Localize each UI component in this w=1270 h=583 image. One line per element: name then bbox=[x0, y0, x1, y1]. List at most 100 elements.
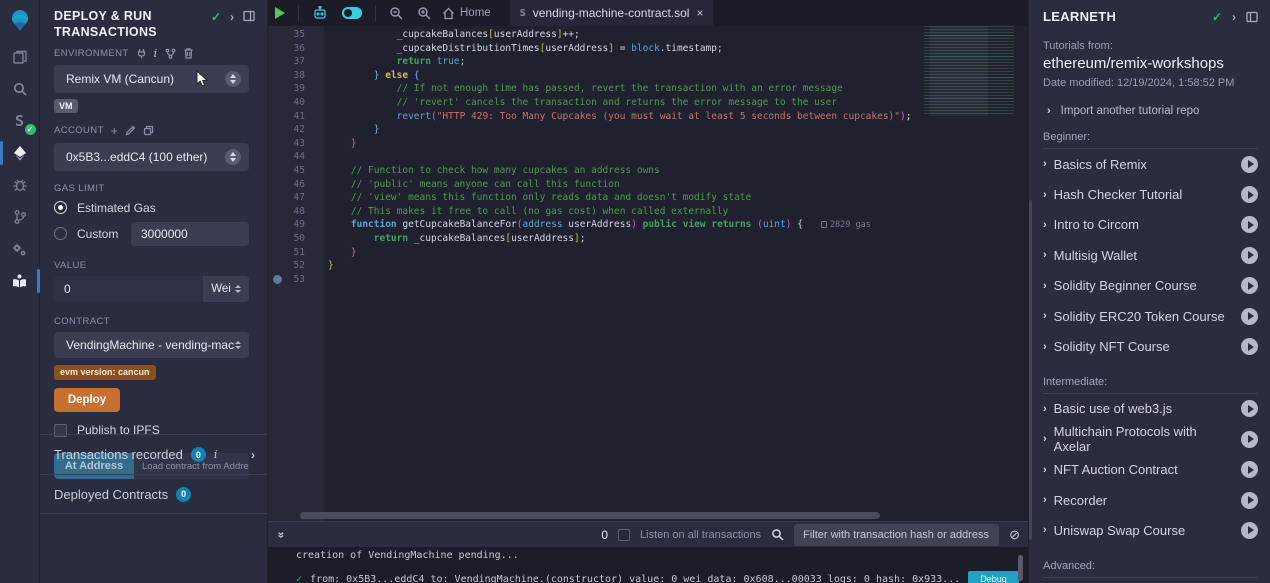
code-line[interactable]: 38 } else { bbox=[268, 69, 1028, 83]
solidity-compiler-icon[interactable]: S ✓ bbox=[0, 106, 40, 136]
tutorial-item[interactable]: ›All about Proxy Contracts bbox=[1043, 578, 1258, 583]
learneth-icon[interactable] bbox=[0, 266, 40, 296]
copy-account-icon[interactable] bbox=[143, 125, 154, 136]
code-line[interactable]: 51 } bbox=[268, 246, 1028, 260]
tutorial-item[interactable]: ›Multisig Wallet bbox=[1043, 240, 1258, 270]
editor-hscrollbar[interactable] bbox=[300, 512, 880, 519]
transactions-recorded-section[interactable]: Transactions recorded 0 i › bbox=[40, 434, 267, 474]
deploy-run-icon[interactable] bbox=[0, 138, 40, 168]
deployed-contracts-section[interactable]: Deployed Contracts 0 bbox=[40, 474, 267, 514]
trash-icon[interactable] bbox=[183, 47, 194, 59]
play-tutorial-icon[interactable] bbox=[1241, 308, 1258, 325]
learneth-expand-icon[interactable]: › bbox=[1232, 10, 1236, 24]
contract-label: CONTRACT bbox=[54, 316, 110, 327]
learneth-pin-icon[interactable] bbox=[1246, 11, 1258, 23]
learneth-scrollbar[interactable] bbox=[1029, 200, 1032, 540]
run-script-icon[interactable] bbox=[268, 0, 292, 26]
listen-all-checkbox[interactable] bbox=[618, 529, 630, 541]
play-tutorial-icon[interactable] bbox=[1241, 431, 1258, 448]
transactions-expand-icon[interactable]: › bbox=[251, 448, 255, 462]
value-unit-select[interactable]: Wei bbox=[203, 276, 249, 302]
code-line[interactable]: 35 _cupcakeBalances[userAddress]++; bbox=[268, 28, 1028, 42]
code-line[interactable]: 53 bbox=[268, 273, 1028, 287]
environment-select[interactable]: Remix VM (Cancun) bbox=[54, 65, 249, 93]
code-line[interactable]: 40 // 'revert' cancels the transaction a… bbox=[268, 96, 1028, 110]
close-tab-icon[interactable]: × bbox=[696, 6, 703, 20]
code-line[interactable]: 42 } bbox=[268, 123, 1028, 137]
minimap[interactable] bbox=[924, 26, 1014, 116]
ai-copilot-icon[interactable] bbox=[305, 0, 335, 26]
expand-terminal-icon[interactable]: » bbox=[274, 531, 288, 538]
tutorial-item[interactable]: ›NFT Auction Contract bbox=[1043, 455, 1258, 485]
add-account-icon[interactable]: + bbox=[111, 124, 118, 138]
code-line[interactable]: 45 // Function to check how many cupcake… bbox=[268, 164, 1028, 178]
remix-logo-icon[interactable] bbox=[0, 0, 40, 40]
code-line[interactable]: 37 return true; bbox=[268, 55, 1028, 69]
git-icon[interactable] bbox=[0, 202, 40, 232]
file-explorer-icon[interactable] bbox=[0, 42, 40, 72]
search-icon[interactable] bbox=[0, 74, 40, 104]
sign-message-icon[interactable] bbox=[125, 125, 136, 136]
clear-console-icon[interactable]: ⊘ bbox=[1009, 527, 1020, 543]
value-input[interactable]: 0 bbox=[54, 276, 203, 302]
account-select[interactable]: 0x5B3...eddC4 (100 ether) bbox=[54, 143, 249, 171]
play-tutorial-icon[interactable] bbox=[1241, 522, 1258, 539]
plug-icon[interactable] bbox=[136, 48, 147, 59]
zoom-in-icon[interactable] bbox=[410, 0, 438, 26]
import-repo-toggle[interactable]: › Import another tutorial repo bbox=[1043, 105, 1258, 117]
custom-gas-input[interactable]: 3000000 bbox=[131, 222, 249, 246]
copilot-toggle[interactable] bbox=[335, 0, 369, 26]
custom-gas-radio[interactable] bbox=[54, 227, 67, 240]
deploy-button[interactable]: Deploy bbox=[54, 388, 120, 412]
code-line[interactable]: 41 revert("HTTP 429: Too Many Cupcakes (… bbox=[268, 110, 1028, 124]
tutorial-item[interactable]: ›Hash Checker Tutorial bbox=[1043, 179, 1258, 209]
play-tutorial-icon[interactable] bbox=[1241, 247, 1258, 264]
tutorial-item[interactable]: ›Solidity Beginner Course bbox=[1043, 271, 1258, 301]
debugger-icon[interactable] bbox=[0, 170, 40, 200]
code-line[interactable]: 46 // 'public' means anyone can call thi… bbox=[268, 178, 1028, 192]
panel-expand-icon[interactable]: › bbox=[230, 10, 234, 24]
estimated-gas-radio[interactable] bbox=[54, 201, 67, 214]
play-tutorial-icon[interactable] bbox=[1241, 400, 1258, 417]
code-line[interactable]: 50 return _cupcakeBalances[userAddress]; bbox=[268, 232, 1028, 246]
environment-info-icon[interactable]: i bbox=[154, 47, 158, 60]
contract-select[interactable]: VendingMachine - vending-machin bbox=[54, 332, 249, 358]
code-line[interactable]: 52} bbox=[268, 259, 1028, 273]
fork-icon[interactable] bbox=[165, 48, 176, 59]
code-line[interactable]: 48 // This makes it free to call (no gas… bbox=[268, 205, 1028, 219]
terminal-log[interactable]: creation of VendingMachine pending... ✓ … bbox=[268, 547, 1028, 583]
play-tutorial-icon[interactable] bbox=[1241, 186, 1258, 203]
play-tutorial-icon[interactable] bbox=[1241, 277, 1258, 294]
transactions-info-icon[interactable]: i bbox=[214, 448, 218, 461]
filter-input[interactable]: Filter with transaction hash or address bbox=[794, 524, 999, 546]
terminal-vscrollbar[interactable] bbox=[1018, 555, 1023, 581]
pin-panel-icon[interactable] bbox=[243, 10, 255, 22]
tab-vending-machine-contract[interactable]: S vending-machine-contract.sol × bbox=[510, 0, 714, 26]
play-tutorial-icon[interactable] bbox=[1241, 338, 1258, 355]
tutorial-item[interactable]: ›Solidity NFT Course bbox=[1043, 331, 1258, 361]
code-line[interactable]: 49 function getCupcakeBalanceFor(address… bbox=[268, 218, 1028, 232]
tutorial-item[interactable]: ›Basics of Remix bbox=[1043, 149, 1258, 179]
zoom-out-icon[interactable] bbox=[382, 0, 410, 26]
play-tutorial-icon[interactable] bbox=[1241, 156, 1258, 173]
tutorial-item[interactable]: ›Uniswap Swap Course bbox=[1043, 515, 1258, 545]
code-line[interactable]: 36 _cupcakeDistributionTimes[userAddress… bbox=[268, 42, 1028, 56]
code-line[interactable]: 47 // 'view' means this function only re… bbox=[268, 191, 1028, 205]
code-line[interactable]: 43 } bbox=[268, 137, 1028, 151]
gas-limit-label: GAS LIMIT bbox=[54, 183, 105, 194]
code-editor[interactable]: 35 _cupcakeBalances[userAddress]++;36 _c… bbox=[268, 26, 1028, 521]
play-tutorial-icon[interactable] bbox=[1241, 216, 1258, 233]
code-line[interactable]: 44 bbox=[268, 150, 1028, 164]
play-tutorial-icon[interactable] bbox=[1241, 492, 1258, 509]
play-tutorial-icon[interactable] bbox=[1241, 461, 1258, 478]
plugin-manager-icon[interactable] bbox=[0, 234, 40, 264]
code-line[interactable]: 39 // If not enough time has passed, rev… bbox=[268, 82, 1028, 96]
debug-button[interactable]: Debug bbox=[968, 571, 1019, 583]
tutorial-item[interactable]: ›Recorder bbox=[1043, 485, 1258, 515]
tutorial-item[interactable]: ›Multichain Protocols with Axelar bbox=[1043, 424, 1258, 454]
breakpoint-dot[interactable] bbox=[273, 275, 282, 284]
tutorial-item[interactable]: ›Intro to Circom bbox=[1043, 210, 1258, 240]
tutorial-item[interactable]: ›Solidity ERC20 Token Course bbox=[1043, 301, 1258, 331]
tutorial-item[interactable]: ›Basic use of web3.js bbox=[1043, 394, 1258, 424]
home-tab[interactable]: Home bbox=[438, 0, 498, 26]
